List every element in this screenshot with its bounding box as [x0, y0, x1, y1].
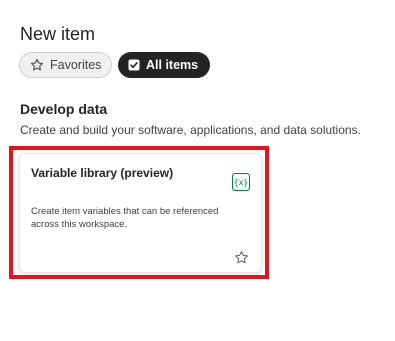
card-title: Variable library (preview): [31, 166, 174, 180]
card-description: Create item variables that can be refere…: [31, 206, 219, 230]
page-title: New item: [20, 24, 96, 44]
star-icon: [30, 58, 44, 72]
filter-bar: Favorites All items: [19, 52, 210, 78]
favorite-star-icon[interactable]: [234, 250, 249, 270]
section-title: Develop data: [20, 101, 108, 117]
item-card-variable-library[interactable]: Variable library (preview) {x} Create it…: [19, 153, 262, 273]
favorites-label: Favorites: [50, 58, 102, 72]
all-items-label: All items: [146, 58, 199, 72]
favorites-filter-button[interactable]: Favorites: [19, 52, 112, 78]
variable-library-icon: {x}: [232, 173, 250, 191]
all-items-filter-button[interactable]: All items: [118, 52, 210, 78]
checkbox-checked-icon: [128, 59, 140, 71]
section-description: Create and build your software, applicat…: [20, 123, 361, 137]
